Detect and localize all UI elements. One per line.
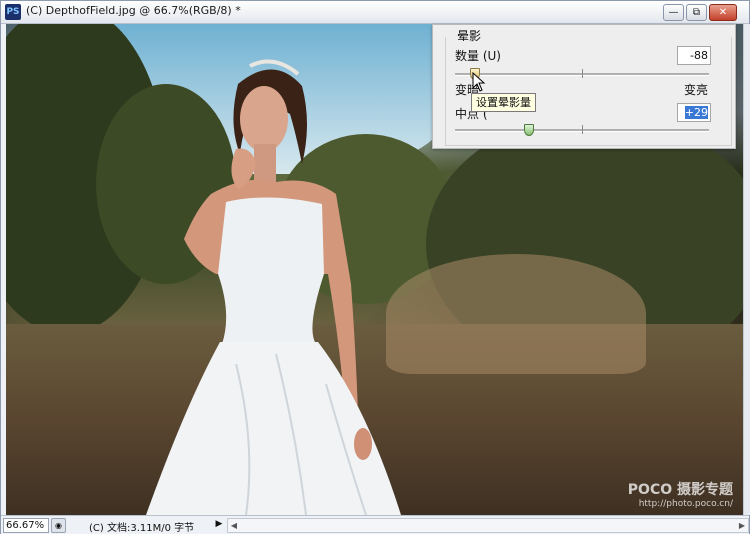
lighten-label: 变亮: [684, 83, 709, 97]
zoom-level-field[interactable]: 66.67%: [3, 518, 49, 533]
minimize-button[interactable]: —: [663, 4, 684, 21]
midpoint-value-selected: +29: [684, 106, 708, 119]
watermark-brand: POCO 摄影专题: [627, 482, 733, 498]
document-window: PS (C) DepthofField.jpg @ 66.7%(RGB/8) *…: [0, 0, 750, 534]
amount-slider-center-tick: [582, 69, 583, 78]
midpoint-slider-thumb[interactable]: [523, 124, 534, 136]
document-size-info: (C) 文档:3.11M/0 字节: [89, 523, 195, 534]
poco-watermark: POCO 摄影专题 http://photo.poco.cn/: [628, 483, 733, 511]
vertical-scrollbar[interactable]: [743, 24, 750, 515]
amount-field[interactable]: -88: [677, 46, 711, 65]
mouse-pointer-icon: [472, 72, 486, 92]
midpoint-field[interactable]: +29: [677, 103, 711, 122]
amount-label: 数量 (U): [455, 49, 501, 63]
title-bar[interactable]: PS (C) DepthofField.jpg @ 66.7%(RGB/8) *…: [1, 1, 749, 24]
close-button[interactable]: ✕: [709, 4, 737, 21]
amount-tooltip: 设置晕影量: [471, 93, 536, 112]
status-bar: 66.67% ◉ (C) 文档:3.11M/0 字节 ▶ ◀ ▶: [1, 515, 749, 534]
watermark-url: http://photo.poco.cn/: [638, 499, 733, 509]
status-menu-arrow-icon[interactable]: ▶: [213, 518, 225, 531]
window-title: (C) DepthofField.jpg @ 66.7%(RGB/8) *: [26, 4, 241, 17]
scroll-left-arrow-icon[interactable]: ◀: [228, 519, 240, 532]
horizontal-scrollbar[interactable]: ◀ ▶: [227, 518, 749, 533]
status-info-icon[interactable]: ◉: [51, 518, 66, 533]
midpoint-slider-center-tick: [582, 125, 583, 134]
scroll-right-arrow-icon[interactable]: ▶: [736, 519, 748, 532]
photoshop-app-icon: PS: [5, 4, 21, 20]
vignette-group-title: 晕影: [455, 27, 484, 44]
restore-button[interactable]: ⧉: [686, 4, 707, 21]
